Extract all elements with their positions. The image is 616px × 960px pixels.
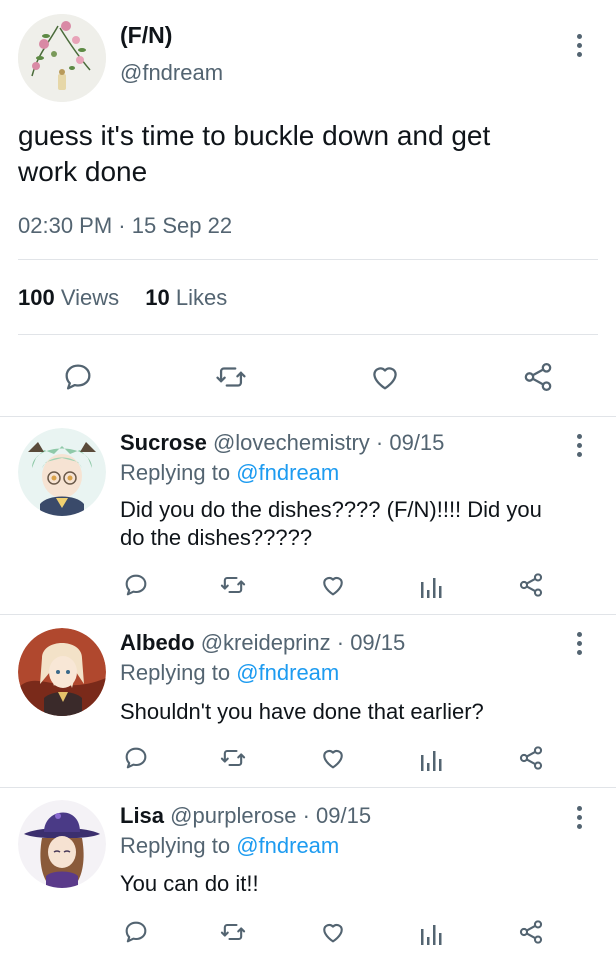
reply-text: Did you do the dishes???? (F/N)!!!! Did … bbox=[120, 496, 542, 552]
replying-prefix: Replying to bbox=[120, 833, 231, 858]
tweet-text: guess it's time to buckle down and get w… bbox=[18, 118, 490, 190]
tweet-text-line: work done bbox=[18, 156, 148, 187]
more-icon[interactable] bbox=[576, 34, 582, 57]
more-icon[interactable] bbox=[576, 806, 582, 829]
views-count: 100 bbox=[18, 285, 55, 310]
author-avatar[interactable] bbox=[18, 14, 106, 102]
replying-handle-link[interactable]: @fndream bbox=[236, 660, 339, 685]
divider bbox=[0, 614, 616, 615]
like-icon[interactable] bbox=[319, 744, 347, 772]
retweet-icon[interactable] bbox=[218, 571, 248, 599]
reply-display-name[interactable]: Sucrose bbox=[120, 430, 207, 455]
reply-header: Albedo @kreideprinz · 09/15 bbox=[120, 630, 405, 656]
reply-header: Lisa @purplerose · 09/15 bbox=[120, 803, 371, 829]
more-icon[interactable] bbox=[576, 632, 582, 655]
reply-icon[interactable] bbox=[122, 744, 150, 772]
replying-handle-link[interactable]: @fndream bbox=[236, 833, 339, 858]
like-icon[interactable] bbox=[319, 571, 347, 599]
reply-text-line: do the dishes????? bbox=[120, 525, 313, 550]
more-icon[interactable] bbox=[576, 434, 582, 457]
reply-date: · 09/15 bbox=[336, 630, 406, 655]
share-icon[interactable] bbox=[521, 360, 555, 394]
reply-display-name[interactable]: Lisa bbox=[120, 803, 164, 828]
reply-text-line: You can do it!! bbox=[120, 871, 259, 896]
reply-handle[interactable]: @purplerose bbox=[170, 803, 296, 828]
views-stat[interactable]: 100 Views bbox=[18, 285, 119, 310]
reply-icon[interactable] bbox=[122, 918, 150, 946]
replying-to: Replying to @fndream bbox=[120, 660, 339, 686]
divider bbox=[18, 259, 598, 260]
tweet-stats: 100 Views 10 Likes bbox=[18, 285, 227, 311]
share-icon[interactable] bbox=[517, 571, 545, 599]
views-icon[interactable] bbox=[419, 572, 443, 600]
reply-text: You can do it!! bbox=[120, 870, 259, 898]
timestamp-separator: · bbox=[118, 213, 126, 238]
likes-label: Likes bbox=[175, 285, 228, 310]
reply-date: · 09/15 bbox=[375, 430, 445, 455]
tweet-timestamp[interactable]: 02:30 PM · 15 Sep 22 bbox=[18, 213, 232, 239]
share-icon[interactable] bbox=[517, 744, 545, 772]
reply-text: Shouldn't you have done that earlier? bbox=[120, 698, 484, 726]
like-icon[interactable] bbox=[319, 918, 347, 946]
tweet-date: 15 Sep 22 bbox=[131, 213, 233, 238]
reply-handle[interactable]: @kreideprinz bbox=[201, 630, 331, 655]
reply-header: Sucrose @lovechemistry · 09/15 bbox=[120, 430, 444, 456]
views-icon[interactable] bbox=[419, 745, 443, 773]
divider bbox=[0, 416, 616, 417]
reply-avatar[interactable] bbox=[18, 628, 106, 716]
replying-handle-link[interactable]: @fndream bbox=[236, 460, 339, 485]
divider bbox=[18, 334, 598, 335]
tweet-text-line: guess it's time to buckle down and get bbox=[18, 120, 491, 151]
views-label: Views bbox=[60, 285, 120, 310]
retweet-icon[interactable] bbox=[213, 360, 249, 394]
reply-display-name[interactable]: Albedo bbox=[120, 630, 195, 655]
reply-text-line: Shouldn't you have done that earlier? bbox=[120, 699, 484, 724]
likes-count: 10 bbox=[145, 285, 170, 310]
reply-icon[interactable] bbox=[61, 360, 95, 394]
replying-to: Replying to @fndream bbox=[120, 460, 339, 486]
author-display-name[interactable]: (F/N) bbox=[120, 22, 172, 49]
author-handle[interactable]: @fndream bbox=[120, 60, 223, 86]
reply-avatar[interactable] bbox=[18, 428, 106, 516]
replying-prefix: Replying to bbox=[120, 460, 231, 485]
reply-avatar[interactable] bbox=[18, 800, 106, 888]
likes-stat[interactable]: 10 Likes bbox=[145, 285, 227, 310]
reply-handle[interactable]: @lovechemistry bbox=[213, 430, 370, 455]
reply-text-line: Did you do the dishes???? (F/N)!!!! Did … bbox=[120, 497, 542, 522]
retweet-icon[interactable] bbox=[218, 744, 248, 772]
reply-icon[interactable] bbox=[122, 571, 150, 599]
replying-to: Replying to @fndream bbox=[120, 833, 339, 859]
like-icon[interactable] bbox=[368, 360, 402, 394]
replying-prefix: Replying to bbox=[120, 660, 231, 685]
tweet-time: 02:30 PM bbox=[18, 213, 113, 238]
views-icon[interactable] bbox=[419, 919, 443, 947]
reply-date: · 09/15 bbox=[302, 803, 372, 828]
retweet-icon[interactable] bbox=[218, 918, 248, 946]
divider bbox=[0, 787, 616, 788]
share-icon[interactable] bbox=[517, 918, 545, 946]
